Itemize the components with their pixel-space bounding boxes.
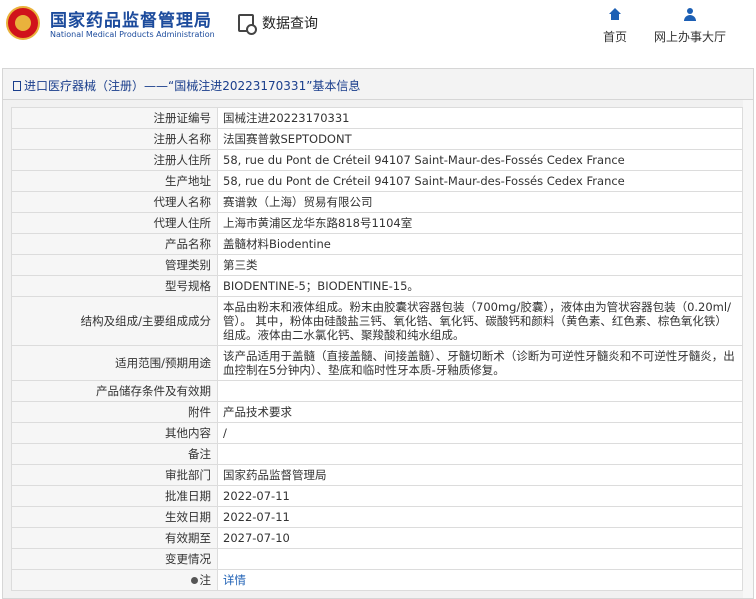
table-row: 批准日期 2022-07-11: [11, 485, 743, 507]
row-value: [217, 548, 743, 570]
table-row: 注册人住所 58, rue du Pont de Créteil 94107 Sa…: [11, 149, 743, 171]
row-value: 本品由粉末和液体组成。粉末由胶囊状容器包装（700mg/胶囊），液体由为管状容器…: [217, 296, 743, 346]
row-label: 生效日期: [11, 506, 218, 528]
nav-home[interactable]: 首页: [599, 8, 631, 45]
row-value: 国械注进20223170331: [217, 107, 743, 129]
table-row: 附件 产品技术要求: [11, 401, 743, 423]
table-row: 变更情况: [11, 548, 743, 570]
table-row: 适用范围/预期用途 该产品适用于盖髓（直接盖髓、间接盖髓）、牙髓切断术（诊断为可逆…: [11, 345, 743, 381]
table-row: 备注: [11, 443, 743, 465]
row-label: 适用范围/预期用途: [11, 345, 218, 381]
row-label: 结构及组成/主要组成成分: [11, 296, 218, 346]
table-row: 其他内容 /: [11, 422, 743, 444]
user-icon: [683, 8, 697, 22]
table-row: 产品储存条件及有效期: [11, 380, 743, 402]
row-label: 其他内容: [11, 422, 218, 444]
panel-title: 进口医疗器械（注册）——“国械注进20223170331”基本信息: [13, 77, 360, 94]
row-label: 产品储存条件及有效期: [11, 380, 218, 402]
info-table: 注册证编号 国械注进20223170331 注册人名称 法国赛普敦SEPTODONT…: [11, 107, 743, 591]
row-label: 产品名称: [11, 233, 218, 255]
table-row: 审批部门 国家药品监督管理局: [11, 464, 743, 486]
table-row: 代理人住所 上海市黄浦区龙华东路818号1104室: [11, 212, 743, 234]
row-value: 国家药品监督管理局: [217, 464, 743, 486]
table-row: 生效日期 2022-07-11: [11, 506, 743, 528]
row-label: 备注: [11, 443, 218, 465]
detail-panel: 进口医疗器械（注册）——“国械注进20223170331”基本信息 注册证编号国…: [2, 68, 754, 599]
row-label: 型号规格: [11, 275, 218, 297]
home-icon: [608, 8, 622, 22]
panel-header: 进口医疗器械（注册）——“国械注进20223170331”基本信息: [3, 69, 753, 100]
table-row: 管理类别 第三类: [11, 254, 743, 276]
table-row: 注册人名称 法国赛普敦SEPTODONT: [11, 128, 743, 150]
table-row: 有效期至 2027-07-10: [11, 527, 743, 549]
row-value: 2022-07-11: [217, 485, 743, 507]
table-row: 注册证编号 国械注进20223170331: [11, 107, 743, 129]
note-value-cell: 详情: [217, 569, 743, 591]
nav-online-hall-label: 网上办事大厅: [653, 30, 726, 44]
row-value: 盖髓材料Biodentine: [217, 233, 743, 255]
brand-title-cn[interactable]: 国家药品监督管理局: [50, 6, 212, 31]
data-query-link[interactable]: 数据查询: [238, 12, 318, 35]
site-header: 国家药品监督管理局 National Medical Products Admi…: [0, 0, 756, 60]
nmpa-emblem-icon[interactable]: [6, 6, 40, 40]
row-label: 注册证编号: [11, 107, 218, 129]
row-value: 法国赛普敦SEPTODONT: [217, 128, 743, 150]
row-value: [217, 380, 743, 402]
note-label-cell: 注: [11, 569, 218, 591]
row-label: 注册人住所: [11, 149, 218, 171]
row-label: 管理类别: [11, 254, 218, 276]
row-label: 批准日期: [11, 485, 218, 507]
note-row: 注 详情: [11, 569, 743, 591]
pin-icon: [190, 577, 198, 584]
row-value: 产品技术要求: [217, 401, 743, 423]
row-label: 生产地址: [11, 170, 218, 192]
document-search-icon: [238, 14, 257, 35]
data-query-label: 数据查询: [262, 16, 318, 32]
row-label: 注册人名称: [11, 128, 218, 150]
row-value: 58, rue du Pont de Créteil 94107 Saint-M…: [217, 170, 743, 192]
table-row: 产品名称 盖髓材料Biodentine: [11, 233, 743, 255]
row-value: 赛谱敦（上海）贸易有限公司: [217, 191, 743, 213]
nav-home-label: 首页: [602, 30, 627, 44]
row-label: 代理人住所: [11, 212, 218, 234]
row-value: 2022-07-11: [217, 506, 743, 528]
row-value: [217, 443, 743, 465]
row-value: 上海市黄浦区龙华东路818号1104室: [217, 212, 743, 234]
note-label: 注: [199, 573, 212, 587]
row-label: 有效期至: [11, 527, 218, 549]
document-icon: [13, 80, 21, 91]
row-value: BIODENTINE-5；BIODENTINE-15。: [217, 275, 743, 297]
table-row: 生产地址 58, rue du Pont de Créteil 94107 Sai…: [11, 170, 743, 192]
table-row: 型号规格 BIODENTINE-5；BIODENTINE-15。: [11, 275, 743, 297]
table-row: 代理人名称 赛谱敦（上海）贸易有限公司: [11, 191, 743, 213]
nav-online-hall[interactable]: 网上办事大厅: [650, 8, 730, 45]
panel-title-text: 进口医疗器械（注册）——“国械注进20223170331”基本信息: [24, 79, 361, 93]
row-value: /: [217, 422, 743, 444]
row-label: 附件: [11, 401, 218, 423]
row-value: 2027-07-10: [217, 527, 743, 549]
row-value: 58, rue du Pont de Créteil 94107 Saint-M…: [217, 149, 743, 171]
row-value: 该产品适用于盖髓（直接盖髓、间接盖髓）、牙髓切断术（诊断为可逆性牙髓炎和不可逆性…: [217, 345, 743, 381]
row-label: 审批部门: [11, 464, 218, 486]
row-label: 变更情况: [11, 548, 218, 570]
brand-title-en[interactable]: National Medical Products Administration: [50, 30, 215, 39]
scrollbar[interactable]: [743, 100, 753, 598]
row-label: 代理人名称: [11, 191, 218, 213]
table-row: 结构及组成/主要组成成分 本品由粉末和液体组成。粉末由胶囊状容器包装（700mg/…: [11, 296, 743, 346]
row-value: 第三类: [217, 254, 743, 276]
details-link[interactable]: 详情: [223, 573, 246, 587]
